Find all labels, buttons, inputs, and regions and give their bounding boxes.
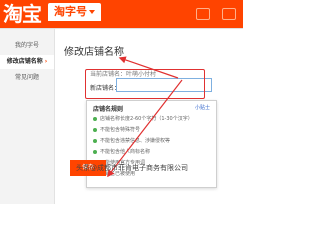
rule-text: 不能包含他人商标名称 (100, 149, 151, 155)
main-content: 修改店铺名称 当前店铺名：叶萌小付村 新店铺名： 店铺名规则 小贴士 店铺名称长… (56, 29, 243, 204)
rule-text: 店铺名称长度2-60个字符（1-30个汉字） (100, 116, 193, 122)
sidebar: 我的字号 修改店铺名称 › 常见问题 (0, 29, 55, 204)
sidebar-item-label: 我的字号 (14, 42, 39, 49)
rule-item: 不能包含他人商标名称 (93, 148, 211, 157)
sidebar-item-label: 修改店铺名称 (6, 58, 43, 65)
rule-text: 不能包含违禁信息、涉嫌侵权等 (100, 138, 171, 144)
tab-taozihao[interactable]: 淘字号 (48, 3, 101, 21)
annotation-highlight-box (85, 69, 205, 99)
tab-label: 淘字号 (54, 5, 87, 18)
chevron-down-icon (89, 10, 95, 14)
sidebar-item-my-name[interactable]: 我的字号 (0, 39, 54, 53)
rule-text: 不能包含特殊符号 (100, 127, 141, 133)
sidebar-item-faq[interactable]: 常见问题 (0, 71, 54, 85)
rules-title: 店铺名规则 (93, 106, 124, 113)
rule-item: 不能包含违禁信息、涉嫌侵权等 (93, 137, 211, 146)
check-dot-icon (93, 116, 97, 121)
nav-icon[interactable] (196, 8, 210, 20)
tips-link[interactable]: 小贴士 (195, 104, 210, 111)
rule-item: 店铺名称长度2-60个字符（1-30个汉字） (93, 115, 211, 124)
chevron-right-icon: › (44, 58, 48, 65)
sidebar-item-label: 常见问题 (14, 74, 39, 81)
top-header: 淘宝 淘字号 (0, 0, 243, 28)
sidebar-item-rename-shop[interactable]: 修改店铺名称 › (0, 55, 54, 69)
check-dot-icon (93, 127, 97, 132)
check-dot-icon (93, 149, 97, 154)
rule-item: 不能包含特殊符号 (93, 126, 211, 135)
taobao-logo[interactable]: 淘宝 (3, 2, 42, 26)
watermark: 头条@成都市菲肯电子商务有限公司 (76, 164, 188, 172)
page-title: 修改店铺名称 (64, 47, 124, 58)
check-dot-icon (93, 138, 97, 143)
nav-icon[interactable] (222, 8, 236, 20)
